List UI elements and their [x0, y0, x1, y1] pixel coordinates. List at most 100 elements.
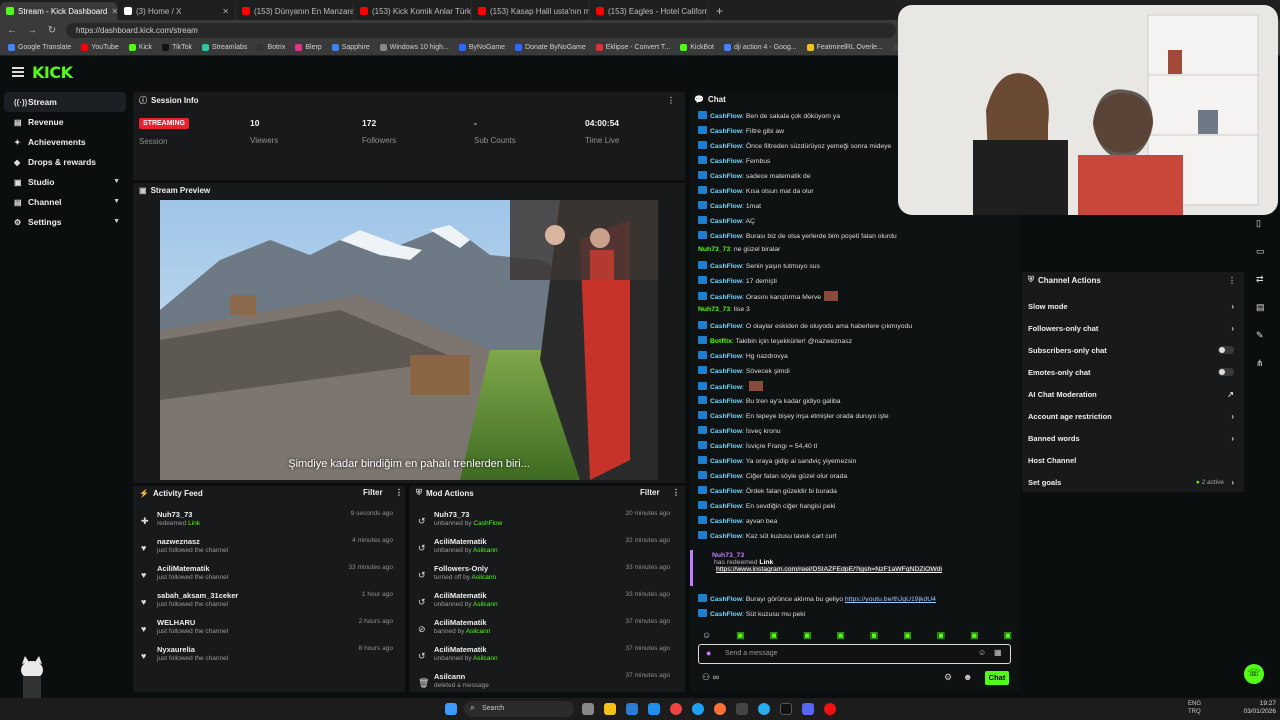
feed-username[interactable]: Nyxaurelia — [157, 645, 195, 654]
sidebar-item-achievements[interactable]: ✦ Achievements — [0, 132, 130, 152]
browser-tab[interactable]: (153) Dünyanın En Manzaralı Doğ✕ — [236, 2, 354, 20]
chat-users-icon[interactable]: ⚇ ∞ — [702, 672, 719, 683]
channel-action-ai-chat-moderation[interactable]: AI Chat Moderation ↗ — [1028, 390, 1238, 399]
chat-username[interactable]: CashFlow — [710, 158, 742, 165]
kick-emote-icon[interactable]: ▣ — [903, 630, 912, 642]
chat-username[interactable]: CashFlow — [710, 173, 742, 180]
redeem-url[interactable]: https://www.instagram.com/reel/DSIAZFEdp… — [716, 566, 943, 573]
kick-emote-icon[interactable]: ▣ — [836, 630, 845, 642]
hamburger-menu-icon[interactable] — [12, 67, 24, 77]
chat-link[interactable]: https://youtu.be/thJgU19jkdU4 — [845, 596, 936, 603]
chat-username[interactable]: CashFlow — [710, 294, 742, 301]
sidebar-item-settings[interactable]: ⚙ Settings ▼ — [0, 212, 130, 232]
bookmark-item[interactable]: KickBot — [680, 44, 714, 51]
chat-user-icon[interactable]: ☻ — [963, 672, 972, 682]
chat-username[interactable]: CashFlow — [710, 218, 742, 225]
sidebar-item-revenue[interactable]: ▤ Revenue — [0, 112, 130, 132]
bookmark-item[interactable]: Kick — [128, 44, 152, 51]
browser-tab[interactable]: Stream - Kick Dashboard ✕ — [0, 2, 118, 20]
feed-username[interactable]: AciliMatematik — [434, 537, 487, 546]
rail-chat-icon[interactable]: ▭ — [1256, 246, 1266, 256]
chat-username[interactable]: CashFlow — [710, 384, 742, 391]
tab-close-icon[interactable]: ✕ — [111, 7, 117, 16]
chat-username[interactable]: CashFlow — [710, 413, 742, 420]
forward-icon[interactable]: → — [26, 25, 38, 36]
discord-icon[interactable] — [802, 703, 814, 715]
chat-username[interactable]: CashFlow — [710, 473, 742, 480]
feed-highlight[interactable]: Asilcann — [473, 601, 498, 608]
feed-username[interactable]: AciliMatematik — [434, 618, 487, 627]
emote-icon[interactable]: ☺ — [702, 630, 711, 642]
bookmark-item[interactable]: Donate ByNoGame — [515, 44, 586, 51]
feed-username[interactable]: Followers-Only — [434, 564, 488, 573]
feed-username[interactable]: sabah_aksam_31ceker — [157, 591, 238, 600]
obs-icon[interactable] — [736, 703, 748, 715]
activity-filter-button[interactable]: Filter — [363, 488, 383, 497]
tab-close-icon[interactable]: ✕ — [222, 7, 229, 16]
bookmark-item[interactable]: Google Translate — [8, 44, 71, 51]
file-explorer-icon[interactable] — [604, 703, 616, 715]
channel-action-host-channel[interactable]: Host Channel — [1028, 456, 1238, 465]
session-menu-icon[interactable]: ⋮ — [667, 96, 675, 105]
stream-preview-video[interactable]: Şimdiye kadar bindiğim en pahalı trenler… — [160, 200, 658, 480]
sidebar-item-drops-rewards[interactable]: ◆ Drops & rewards — [0, 152, 130, 172]
kick-logo[interactable]: KICK — [32, 63, 73, 82]
chat-username[interactable]: CashFlow — [710, 503, 742, 510]
chat-username[interactable]: CashFlow — [710, 143, 742, 150]
bookmark-item[interactable]: FeatmirelRL Overle... — [806, 44, 883, 51]
kick-emote-icon[interactable]: ▣ — [870, 630, 879, 642]
store-icon[interactable] — [626, 703, 638, 715]
kick-emote-icon[interactable]: ▣ — [736, 630, 745, 642]
feed-username[interactable]: AciliMatematik — [434, 591, 487, 600]
reload-icon[interactable]: ↻ — [46, 25, 58, 36]
chat-username[interactable]: CashFlow — [710, 368, 742, 375]
chat-username[interactable]: BotRix — [710, 338, 732, 345]
chat-username[interactable]: CashFlow — [710, 278, 742, 285]
rail-tools-icon[interactable]: ✎ — [1256, 330, 1266, 340]
taskbar-search[interactable]: Search — [464, 701, 574, 717]
browser-tab[interactable]: (153) Kasap Halil usta'nın meşhur✕ — [472, 2, 590, 20]
rail-layout-icon[interactable]: ▤ — [1256, 302, 1266, 312]
browser-tab[interactable]: (3) Home / X ✕ — [118, 2, 236, 20]
kick-emote-icon[interactable]: ▣ — [937, 630, 946, 642]
help-chat-icon[interactable]: ☏ — [1244, 664, 1264, 684]
bookmark-item[interactable]: Sapphire — [331, 44, 370, 51]
channel-action-banned-words[interactable]: Banned words › — [1028, 434, 1238, 443]
mod-menu-icon[interactable]: ⋮ — [672, 488, 680, 497]
kick-emote-icon[interactable]: ▣ — [970, 630, 979, 642]
toggle-switch[interactable] — [1218, 368, 1234, 376]
record-icon[interactable] — [824, 703, 836, 715]
mail-icon[interactable] — [648, 703, 660, 715]
chat-username[interactable]: CashFlow — [710, 233, 742, 240]
redeem-user[interactable]: Nuh73_73 — [712, 552, 744, 559]
chat-username[interactable]: CashFlow — [710, 128, 742, 135]
feed-highlight[interactable]: CashFlow — [473, 520, 502, 527]
chat-username[interactable]: Nuh73_73 — [698, 246, 730, 253]
feed-highlight[interactable]: Asilcann — [473, 655, 498, 662]
chrome-icon[interactable] — [670, 703, 682, 715]
mod-filter-button[interactable]: Filter — [640, 488, 660, 497]
chat-username[interactable]: CashFlow — [710, 488, 742, 495]
channel-actions-menu-icon[interactable]: ⋮ — [1228, 276, 1236, 285]
channel-action-followers-only-chat[interactable]: Followers-only chat › — [1028, 324, 1238, 333]
feed-highlight[interactable]: Asilcann — [473, 547, 498, 554]
chat-username[interactable]: CashFlow — [710, 323, 742, 330]
feed-highlight[interactable]: Asilcann — [466, 628, 491, 635]
telegram-icon[interactable] — [758, 703, 770, 715]
feed-highlight[interactable]: Asilcann — [471, 574, 496, 581]
chat-username[interactable]: CashFlow — [710, 458, 742, 465]
chat-username[interactable]: CashFlow — [710, 188, 742, 195]
language-indicator[interactable]: ENG TRQ — [1188, 700, 1201, 716]
channel-action-emotes-only-chat[interactable]: Emotes-only chat — [1028, 368, 1238, 377]
chat-username[interactable]: CashFlow — [710, 398, 742, 405]
feed-username[interactable]: Asilcann — [434, 672, 465, 681]
edge-icon[interactable] — [692, 703, 704, 715]
chat-username[interactable]: Nuh73_73 — [698, 306, 730, 313]
clock[interactable]: 19:27 03/01/2026 — [1236, 700, 1276, 716]
back-icon[interactable]: ← — [6, 25, 18, 36]
chat-send-button[interactable]: Chat — [985, 671, 1009, 685]
feed-highlight[interactable]: Link — [188, 520, 200, 527]
mic-icon[interactable]: ● — [706, 648, 711, 658]
feed-username[interactable]: WELHARU — [157, 618, 195, 627]
task-view-icon[interactable] — [582, 703, 594, 715]
